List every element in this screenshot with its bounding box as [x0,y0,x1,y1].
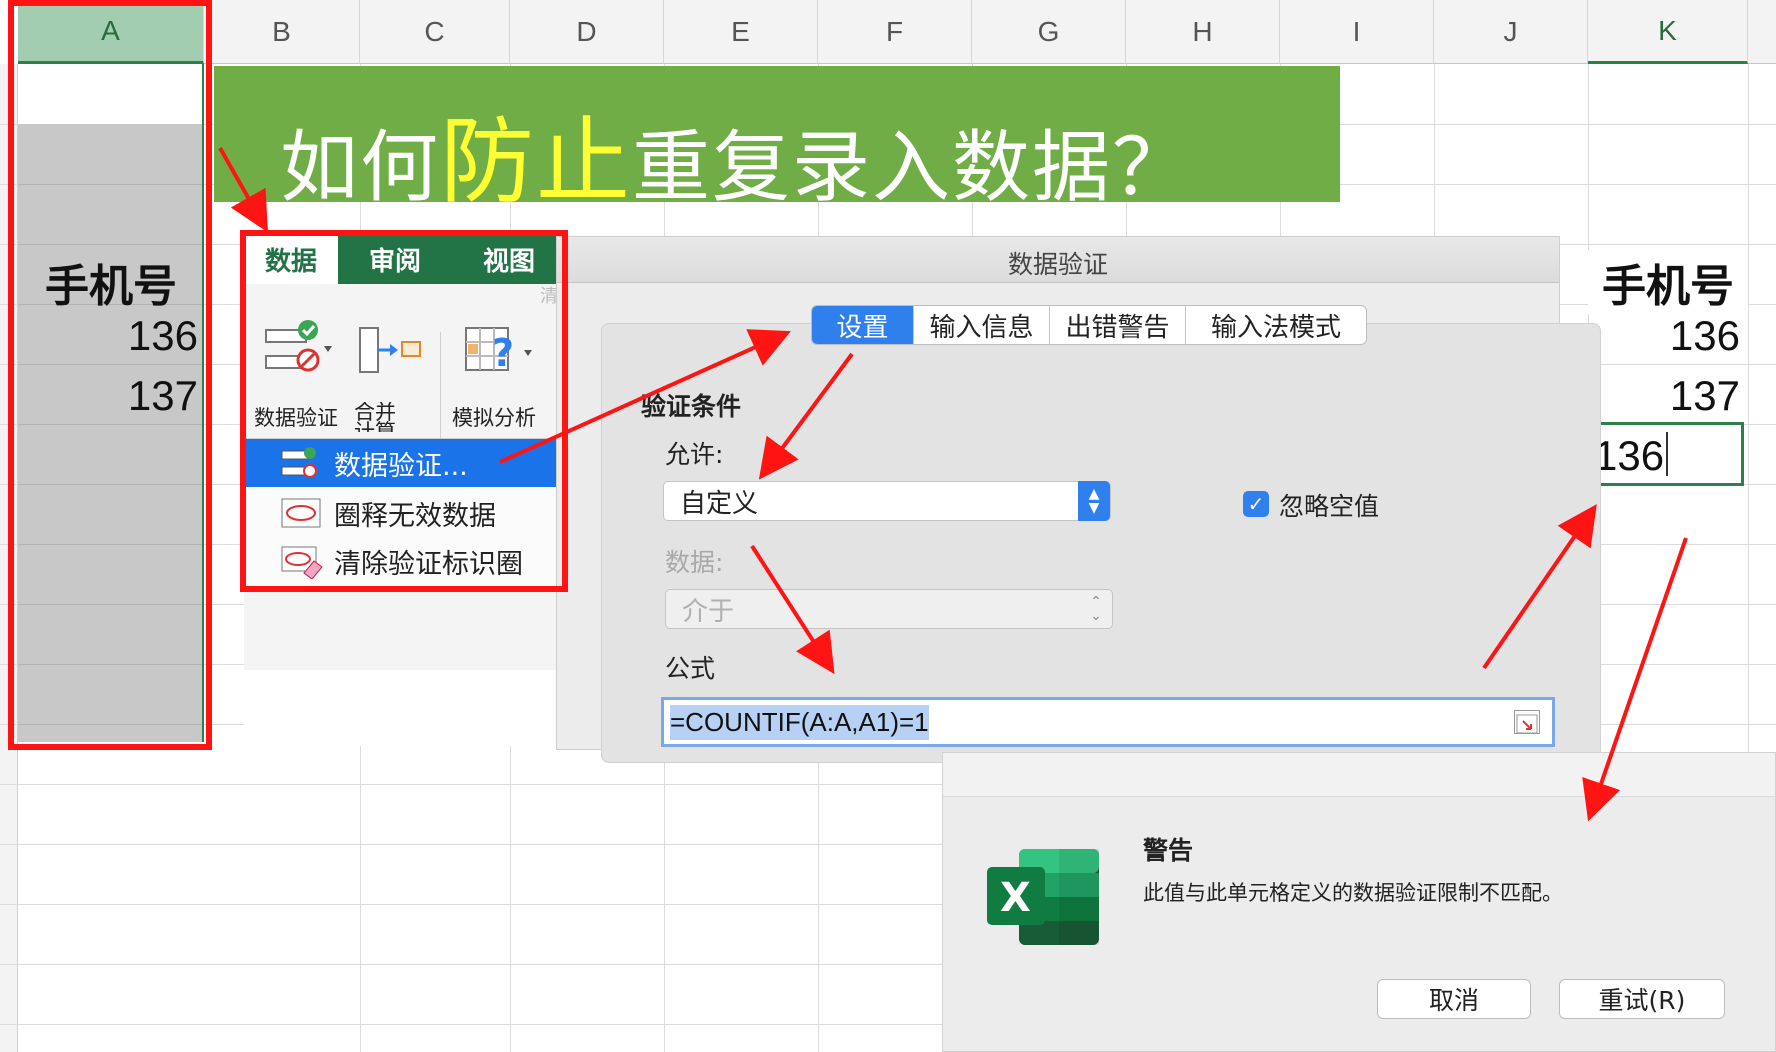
column-header-e[interactable]: E [664,0,818,64]
dialog-tabs: 设置 输入信息 出错警告 输入法模式 [811,305,1367,345]
column-b-label: B [272,15,291,47]
excel-icon-letter: X [1000,875,1031,921]
ribbon-highlight-box [240,230,568,592]
formula-label: 公式 [665,654,716,683]
retry-button[interactable]: 重试(R) [1559,979,1725,1019]
data-validation-dialog: 数据验证 设置 输入信息 出错警告 输入法模式 验证条件 允许: 自定义 ▲ ▼ … [556,236,1601,763]
tab-error-alert[interactable]: 出错警告 [1050,306,1186,344]
formula-value: =COUNTIF(A:A,A1)=1 [670,704,929,740]
allow-label: 允许: [665,440,724,469]
column-j-label: J [1503,15,1518,47]
cell-k-value-1[interactable]: 136 [1588,312,1740,360]
warning-dialog: X 警告 此值与此单元格定义的数据验证限制不匹配。 取消 重试(R) [942,752,1776,1052]
allow-select-value: 自定义 [680,488,759,519]
data-select-value: 介于 [682,596,735,627]
column-e-label: E [731,15,750,47]
tab-settings[interactable]: 设置 [812,306,914,344]
ignore-blank-label: 忽略空值 [1279,492,1380,521]
banner-highlight: 防止 [440,108,633,217]
cell-k-value-2[interactable]: 137 [1588,372,1740,420]
column-c-label: C [424,15,445,47]
active-cell-input[interactable]: 136 [1594,432,1674,480]
column-header-k[interactable]: K [1588,0,1748,64]
column-header-c[interactable]: C [360,0,510,64]
tab-input-message[interactable]: 输入信息 [914,306,1050,344]
select-stepper-icon: ▲ ▼ [1078,481,1110,521]
warning-title: 警告 [1143,836,1194,865]
formula-input[interactable]: =COUNTIF(A:A,A1)=1 [661,697,1555,747]
ignore-blank-checkbox[interactable]: ✓ [1243,491,1269,517]
column-header-b[interactable]: B [204,0,360,64]
banner-prefix: 如何 [280,123,441,213]
column-header-i[interactable]: I [1280,0,1434,64]
column-a-highlight-box [8,0,212,750]
column-h-label: H [1192,15,1213,47]
column-header-j[interactable]: J [1434,0,1588,64]
data-label: 数据: [665,548,724,577]
column-g-label: G [1037,15,1060,47]
column-header-d[interactable]: D [510,0,664,64]
column-d-label: D [576,15,597,47]
select-stepper-icon: ⌃ ⌄ [1090,594,1102,624]
allow-select[interactable]: 自定义 ▲ ▼ [663,481,1111,521]
column-header-f[interactable]: F [818,0,972,64]
cell-k-header[interactable]: 手机号 [1588,250,1748,314]
column-header-g[interactable]: G [972,0,1126,64]
column-k-label: K [1658,14,1677,46]
dialog-titlebar[interactable] [943,753,1775,797]
excel-icon: X [987,849,1099,945]
tab-ime-mode[interactable]: 输入法模式 [1186,306,1366,344]
data-select: 介于 ⌃ ⌄ [665,589,1113,629]
collapse-dialog-icon[interactable] [1514,710,1540,734]
column-i-label: I [1352,15,1361,47]
column-header-h[interactable]: H [1126,0,1280,64]
text-caret [1666,432,1668,476]
dialog-title: 数据验证 [1007,250,1108,279]
column-header-overflow [1748,0,1776,64]
banner-title: 如何防止重复录入数据？ [280,86,1192,222]
validation-criteria-heading: 验证条件 [641,392,742,421]
banner-suffix: 重复录入数据？ [632,123,1193,213]
warning-message: 此值与此单元格定义的数据验证限制不匹配。 [1143,881,1563,905]
cancel-button[interactable]: 取消 [1377,979,1531,1019]
column-f-label: F [885,15,904,47]
